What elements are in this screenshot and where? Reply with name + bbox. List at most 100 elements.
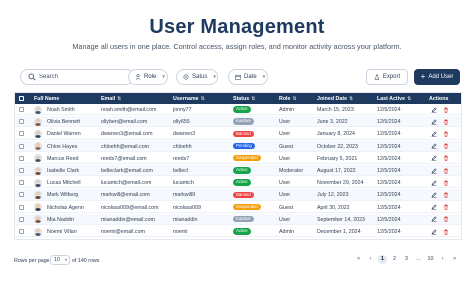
toolbar: Role ▾ Satus ▾ Date ▾ Export + Add User [14,67,462,89]
avatar [34,129,42,138]
role-cell: User [279,119,291,126]
table-row[interactable]: Isabelle Clark belleclark@email.com bellec… [15,165,461,177]
delete-icon[interactable] [443,119,449,125]
delete-icon[interactable] [443,143,449,149]
table-row[interactable]: Lucas Mitchell lucamich@email.com lucamich… [15,177,461,189]
table-row[interactable]: Nicholas Agenn nicolass009@email.com nicol… [15,202,461,213]
row-checkbox[interactable] [19,229,24,234]
edit-icon[interactable] [431,216,437,223]
edit-icon[interactable] [431,106,437,113]
row-checkbox[interactable] [19,216,24,222]
status-badge: Active [233,106,251,113]
chevron-down-icon: ▾ [64,257,67,262]
delete-icon[interactable] [443,180,449,186]
edit-icon[interactable] [431,131,437,137]
page-button-10[interactable]: 10 [426,255,435,264]
export-button[interactable]: Export [366,69,408,85]
table-row[interactable]: Noemi Villan noemi@email.com noemi Admin Dec… [15,226,461,238]
table-row[interactable]: Chloe Hayes chloehh@email.com chloehh Guest… [15,140,461,152]
avatar [34,142,42,151]
column-header-full-name[interactable]: Full Name [34,96,59,102]
status-filter[interactable]: Satus ▾ [176,69,218,85]
row-checkbox[interactable] [19,131,24,137]
status-badge: Active [233,167,251,174]
column-header-joined-date[interactable]: Joined Date ⇅ [317,96,353,102]
table-row[interactable]: Olivia Bennett ollyben@email.com olly655 Us… [15,116,461,128]
search-icon [28,73,36,81]
column-header-status[interactable]: Status ⇅ [233,96,255,102]
last-active-cell: 12/5/2024 [377,168,401,174]
delete-icon[interactable] [443,155,449,161]
date-filter[interactable]: Date ▾ [228,69,268,85]
delete-icon[interactable] [443,131,449,137]
role-filter[interactable]: Role ▾ [128,69,168,85]
email-cell: noah.smith@email.com [101,107,157,113]
delete-icon[interactable] [443,216,449,222]
search-input[interactable] [39,72,129,82]
delete-icon[interactable] [443,168,449,174]
column-header-role[interactable]: Role ⇅ [279,96,297,102]
first-page-button[interactable]: « [354,255,363,264]
row-checkbox[interactable] [19,168,24,173]
username-cell: nicolass009 [173,204,201,211]
edit-icon[interactable] [431,204,437,210]
column-header-last-active[interactable]: Last Active ⇅ [377,96,411,102]
column-header-username[interactable]: Username ⇅ [173,96,205,102]
full-name-cell: Olivia Bennett [47,119,80,126]
status-badge: Pending [233,142,255,150]
last-page-button[interactable]: » [450,255,459,264]
row-actions [431,204,449,210]
table-row[interactable]: Marcus Reed reeds7@email.com reeds7 User Feb… [15,153,461,164]
row-actions [431,143,449,149]
sort-icon: ⇅ [292,96,297,102]
delete-icon[interactable] [443,192,449,198]
rows-per-page-select[interactable]: 10 ▾ [50,255,70,265]
table-row[interactable]: Daniel Warren dwarren3@email.com dwarren3 U… [15,128,461,140]
table-row[interactable]: Mia Naddin mianaddin@email.com mianaddin Us… [15,213,461,225]
delete-icon[interactable] [443,204,449,210]
last-active-cell: 12/5/2024 [377,192,401,199]
next-page-button[interactable]: › [438,255,447,264]
select-all-checkbox[interactable] [19,96,24,101]
column-header-actions: Actions [429,96,449,102]
column-header-email[interactable]: Email ⇅ [101,96,121,102]
username-cell: jonny77 [173,107,192,113]
avatar [34,190,42,199]
users-table: Full Name Email ⇅ Username ⇅ Status ⇅ Role ⇅… [14,92,462,240]
row-checkbox[interactable] [19,107,24,112]
add-user-button[interactable]: + Add User [414,69,460,85]
row-checkbox[interactable] [19,155,24,161]
page-button-2[interactable]: 2 [390,255,399,264]
edit-icon[interactable] [431,192,437,198]
row-checkbox[interactable] [19,143,24,149]
edit-icon[interactable] [431,155,437,162]
row-checkbox[interactable] [19,180,24,186]
page-button-3[interactable]: 3 [402,255,411,264]
sort-icon: ⇅ [349,96,354,102]
edit-icon[interactable] [431,180,437,186]
full-name-cell: Noemi Villan [47,229,77,235]
row-checkbox[interactable] [19,119,24,125]
table-row[interactable]: Mark Wilburg markwill@email.com markwill9 U… [15,189,461,201]
joined-date-cell: October 22, 2023 [317,143,358,150]
edit-icon[interactable] [431,167,437,174]
prev-page-button[interactable]: ‹ [366,255,375,264]
joined-date-cell: January 8, 2024 [317,131,355,138]
row-checkbox[interactable] [19,192,24,198]
delete-icon[interactable] [443,229,449,235]
full-name-cell: Daniel Warren [47,131,81,138]
role-cell: User [279,216,291,223]
avatar [34,166,42,175]
search-box[interactable] [20,69,134,85]
avatar [34,203,42,212]
row-checkbox[interactable] [19,204,24,210]
table-row[interactable]: Noah Smith noah.smith@email.com jonny77 Adm… [15,104,461,116]
edit-icon[interactable] [431,228,437,235]
last-active-cell: 12/5/2024 [377,155,401,162]
username-cell: noemi [173,229,188,235]
edit-icon[interactable] [431,119,437,125]
page-button-1[interactable]: 1 [378,255,387,264]
edit-icon[interactable] [431,143,437,149]
role-cell: User [279,192,291,199]
delete-icon[interactable] [443,107,449,113]
